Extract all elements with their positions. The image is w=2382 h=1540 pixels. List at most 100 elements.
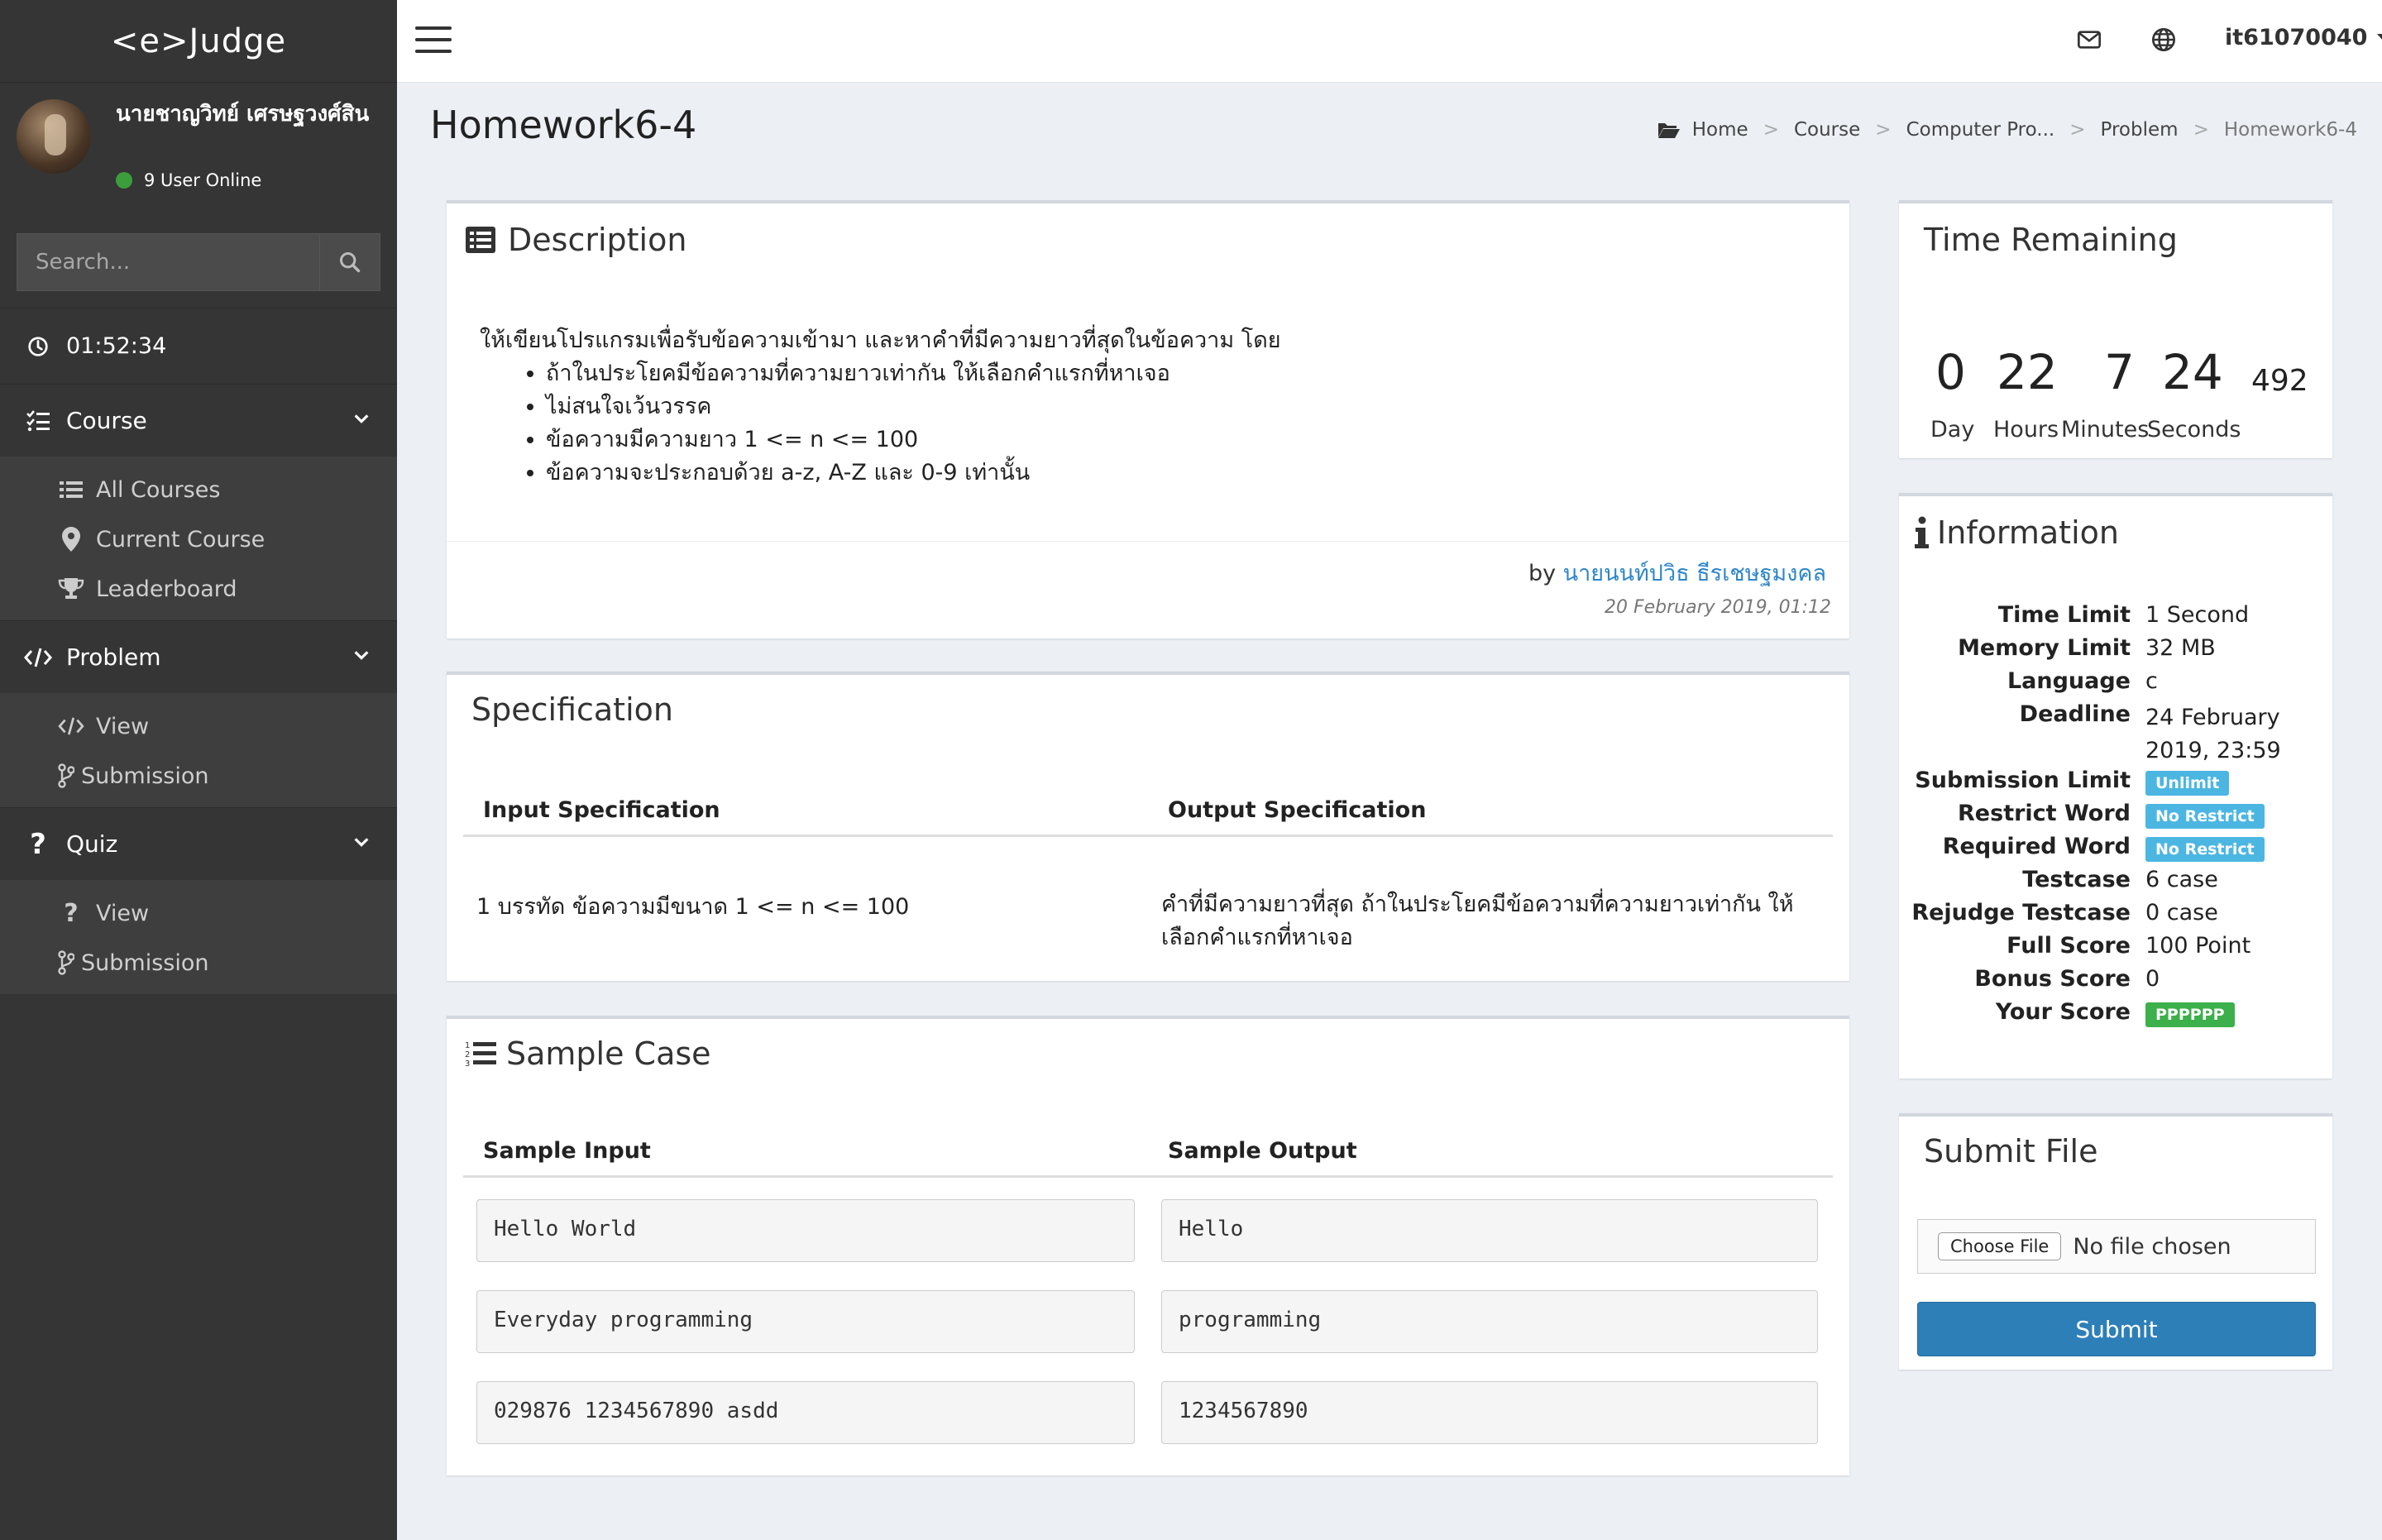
breadcrumb-home[interactable]: Home	[1692, 119, 1748, 141]
svg-text:3: 3	[465, 1059, 470, 1068]
search-button[interactable]	[319, 233, 380, 291]
code-icon	[23, 643, 53, 672]
sidebar-section-label: Problem	[66, 643, 161, 671]
sample-output-3[interactable]: 1234567890	[1161, 1381, 1818, 1444]
output-spec-header: Output Specification	[1168, 797, 1427, 823]
info-key: Memory Limit	[1958, 635, 2131, 661]
author-link[interactable]: นายนนท์ปวิธ ธีรเชษฐมงคล	[1563, 561, 1826, 586]
required-word-badge: No Restrict	[2145, 837, 2265, 862]
description-author-line: by นายนนท์ปวิธ ธีรเชษฐมงคล	[1528, 555, 1826, 591]
submission-limit-badge: Unlimit	[2145, 771, 2230, 796]
sidebar-item-label: Submission	[81, 949, 209, 976]
folder-open-icon	[1657, 123, 1680, 138]
description-bullet: ข้อความมีความยาว 1 <= n <= 100	[546, 423, 1281, 457]
sidebar-section-label: Course	[66, 407, 147, 434]
sidebar-section-course[interactable]: Course	[0, 384, 397, 457]
info-row-deadline: Deadline 24 February 2019, 23:59	[1899, 701, 2332, 768]
info-value: 0	[2145, 966, 2160, 992]
top-navbar: it61070040	[397, 0, 2382, 83]
time-remaining-title: Time Remaining	[1924, 222, 2178, 258]
breadcrumb-course-name[interactable]: Computer Pro...	[1906, 119, 2055, 141]
sample-input-1[interactable]: Hello World	[476, 1199, 1135, 1262]
info-row-your-score: Your Score PPPPPP	[1899, 999, 2332, 1032]
sidebar-item-problem-submission[interactable]: Submission	[0, 751, 397, 801]
list-icon	[58, 476, 84, 503]
chevron-down-icon	[354, 414, 369, 423]
countdown-milliseconds: 492	[2251, 364, 2308, 398]
timer-value: 01:52:34	[66, 333, 167, 359]
menu-toggle-icon[interactable]	[415, 26, 452, 56]
sample-case-box: 123 Sample Case Sample Input Sample Outp…	[447, 1016, 1849, 1475]
sample-output-2[interactable]: programming	[1161, 1290, 1818, 1353]
sidebar-item-quiz-submission[interactable]: Submission	[0, 938, 397, 988]
sidebar: <e>Judge นายชาญวิทย์ เศรษฐวงศ์สิน 9 User…	[0, 0, 397, 1540]
file-status: No file chosen	[2073, 1233, 2231, 1260]
online-count: 9 User Online	[144, 170, 262, 190]
sidebar-timer: 01:52:34	[0, 308, 397, 384]
breadcrumb: Home > Course > Computer Pro... > Proble…	[1657, 119, 2357, 141]
sidebar-submenu-course: All Courses Current Course Leaderboard	[0, 457, 397, 620]
sample-input-header: Sample Input	[483, 1138, 651, 1164]
description-bullet: ไม่สนใจเว้นวรรค	[546, 390, 1281, 423]
info-key: Submission Limit	[1915, 768, 2131, 793]
description-intro: ให้เขียนโปรแกรมเพื่อรับข้อความเข้ามา และ…	[480, 328, 1281, 353]
list-alt-icon	[466, 227, 495, 253]
breadcrumb-problem[interactable]: Problem	[2101, 119, 2179, 141]
info-value: 32 MB	[2145, 635, 2216, 661]
chevron-down-icon	[354, 838, 369, 847]
sidebar-item-problem-view[interactable]: View	[0, 701, 397, 751]
info-key: Bonus Score	[1974, 966, 2131, 992]
question-icon: ?	[30, 827, 46, 861]
information-header: Information	[1914, 514, 2119, 551]
app-logo[interactable]: <e>Judge	[0, 0, 397, 83]
your-score-badge: PPPPPP	[2145, 1002, 2235, 1027]
breadcrumb-course[interactable]: Course	[1794, 119, 1860, 141]
countdown-seconds-label: Seconds	[2147, 417, 2241, 442]
sidebar-item-label: Submission	[81, 763, 209, 789]
online-status: 9 User Online	[116, 170, 261, 190]
countdown-hours: 22	[1997, 344, 2058, 400]
sidebar-item-quiz-view[interactable]: ? View	[0, 888, 397, 938]
sample-case-title: Sample Case	[506, 1035, 711, 1072]
info-key: Full Score	[2007, 933, 2131, 959]
sample-output-1[interactable]: Hello	[1161, 1199, 1818, 1262]
sidebar-section-quiz[interactable]: ? Quiz	[0, 807, 397, 880]
description-body: ให้เขียนโปรแกรมเพื่อรับข้อความเข้ามา และ…	[480, 324, 1281, 490]
sidebar-item-current-course[interactable]: Current Course	[0, 514, 397, 564]
specification-table-header: Input Specification Output Specification	[463, 789, 1833, 837]
info-icon	[1915, 516, 1929, 548]
info-row-required-word: Required Word No Restrict	[1899, 834, 2332, 867]
sample-output-header: Sample Output	[1168, 1138, 1357, 1164]
sidebar-item-label: View	[96, 713, 150, 739]
search-input[interactable]	[17, 233, 319, 291]
globe-icon[interactable]	[2150, 26, 2177, 56]
info-value: 24 February 2019, 23:59	[2145, 705, 2281, 763]
user-menu[interactable]: it61070040	[2225, 25, 2382, 50]
specification-title: Specification	[471, 691, 673, 728]
breadcrumb-separator: >	[1763, 119, 1779, 141]
information-title: Information	[1937, 514, 2119, 551]
file-input[interactable]: Choose File No file chosen	[1917, 1219, 2316, 1274]
sidebar-submenu-problem: View Submission	[0, 693, 397, 807]
choose-file-button[interactable]: Choose File	[1938, 1232, 2062, 1260]
code-branch-icon	[58, 763, 74, 789]
search-icon	[339, 251, 361, 273]
sidebar-item-leaderboard[interactable]: Leaderboard	[0, 564, 397, 614]
sidebar-item-label: Leaderboard	[96, 576, 237, 602]
svg-text:2: 2	[465, 1050, 470, 1059]
author-prefix: by	[1528, 561, 1557, 586]
description-title: Description	[508, 222, 687, 258]
sidebar-section-problem[interactable]: Problem	[0, 620, 397, 693]
envelope-icon[interactable]	[2076, 26, 2102, 56]
breadcrumb-current: Homework6-4	[2223, 119, 2357, 141]
sidebar-item-all-courses[interactable]: All Courses	[0, 465, 397, 514]
information-box: Information Time Limit 1 Second Memory Li…	[1899, 493, 2332, 1078]
sample-input-2[interactable]: Everyday programming	[476, 1290, 1135, 1353]
submit-button[interactable]: Submit	[1917, 1302, 2316, 1356]
information-table: Time Limit 1 Second Memory Limit 32 MB Lan…	[1899, 602, 2332, 1032]
time-remaining-box: Time Remaining 0 22 7 24 492 Day Hours M…	[1899, 200, 2332, 458]
avatar	[17, 99, 91, 174]
info-row-time-limit: Time Limit 1 Second	[1899, 602, 2332, 635]
sample-input-3[interactable]: 029876 1234567890 asdd	[476, 1381, 1135, 1444]
user-name: นายชาญวิทย์ เศรษฐวงศ์สิน	[116, 102, 370, 127]
